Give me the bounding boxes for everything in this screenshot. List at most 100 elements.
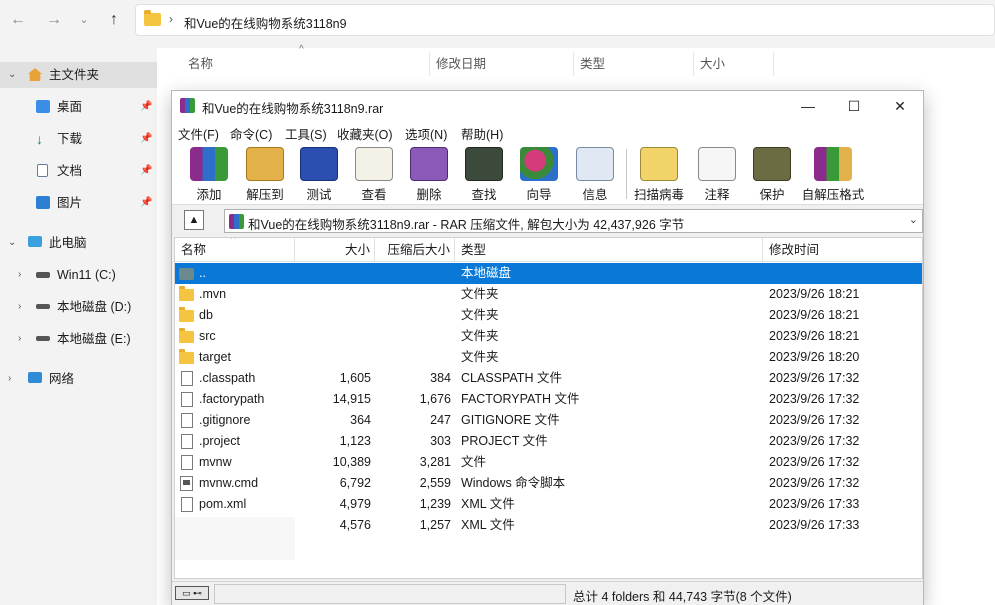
- cell-modified: 2023/9/26 17:32: [769, 413, 860, 427]
- cell-name: mvnw.cmd: [199, 476, 259, 490]
- add-button[interactable]: 添加: [179, 145, 239, 203]
- address-bar[interactable]: › 和Vue的在线购物系统3118n9: [135, 4, 995, 36]
- pin-icon[interactable]: 📌: [140, 126, 152, 152]
- delete-button[interactable]: 删除: [399, 145, 459, 203]
- sidebar-item-documents[interactable]: 文档 📌: [0, 158, 157, 184]
- menu-commands[interactable]: 命令(C): [230, 124, 272, 143]
- chevron-right-icon[interactable]: ›: [8, 366, 11, 392]
- list-header: ^ 名称 大小 压缩后大小 类型 修改时间: [175, 238, 922, 262]
- chevron-right-icon[interactable]: ›: [18, 326, 21, 352]
- menu-tools[interactable]: 工具(S): [285, 124, 327, 143]
- pin-icon[interactable]: 📌: [140, 190, 152, 216]
- sidebar-item-desktop[interactable]: 桌面 📌: [0, 94, 157, 120]
- table-row[interactable]: .classpath 1,605 384 CLASSPATH 文件 2023/9/26 …: [175, 368, 922, 389]
- sidebar-item-network[interactable]: › 网络: [0, 366, 157, 392]
- column-name[interactable]: 名称: [182, 52, 430, 76]
- column-header-modified[interactable]: 修改时间: [763, 238, 922, 262]
- forward-arrow-icon[interactable]: →: [42, 9, 66, 31]
- chevron-down-icon[interactable]: ⌄: [8, 230, 16, 256]
- toolbar-label: 注释: [704, 188, 730, 202]
- chevron-right-icon[interactable]: ›: [18, 262, 21, 288]
- table-row[interactable]: pom.xml 4,979 1,239 XML 文件 2023/9/26 17:33: [175, 494, 922, 515]
- cell-type: CLASSPATH 文件: [461, 371, 562, 385]
- extract-to-button[interactable]: 解压到: [235, 145, 295, 203]
- file-icon: [181, 434, 193, 449]
- up-folder-icon[interactable]: ▲: [184, 210, 204, 230]
- info-icon: [576, 147, 614, 181]
- close-icon[interactable]: ✕: [877, 91, 923, 121]
- file-icon: [181, 392, 193, 407]
- scan-virus-button[interactable]: 扫描病毒: [629, 145, 689, 203]
- cell-packed: 384: [430, 371, 451, 385]
- table-row[interactable]: .gitignore 364 247 GITIGNORE 文件 2023/9/26 17…: [175, 410, 922, 431]
- menu-favorites[interactable]: 收藏夹(O): [337, 124, 393, 143]
- menu-options[interactable]: 选项(N): [405, 124, 447, 143]
- column-modified[interactable]: 修改日期: [430, 52, 574, 76]
- cell-type: 文件: [461, 455, 487, 469]
- table-row[interactable]: .factorypath 14,915 1,676 FACTORYPATH 文件 202…: [175, 389, 922, 410]
- file-icon: [181, 497, 193, 512]
- menu-help[interactable]: 帮助(H): [461, 124, 503, 143]
- sfx-button[interactable]: 自解压格式: [797, 145, 869, 203]
- wizard-button[interactable]: 向导: [509, 145, 569, 203]
- cell-size: 14,915: [332, 392, 371, 406]
- cell-type: XML 文件: [461, 518, 515, 532]
- chevron-right-icon[interactable]: ›: [18, 294, 21, 320]
- chevron-down-icon[interactable]: ⌄: [909, 213, 918, 226]
- menu-file[interactable]: 文件(F): [178, 124, 219, 143]
- toolbar-label: 向导: [526, 188, 552, 202]
- cell-name: .classpath: [199, 371, 256, 385]
- cell-packed: 1,239: [419, 497, 451, 511]
- column-size[interactable]: 大小: [694, 52, 774, 76]
- sidebar-item-drive-e[interactable]: › 本地磁盘 (E:): [0, 326, 157, 352]
- cell-size: 4,979: [339, 497, 371, 511]
- test-button[interactable]: 测试: [289, 145, 349, 203]
- pin-icon[interactable]: 📌: [140, 94, 152, 120]
- sidebar-item-drive-c[interactable]: › Win11 (C:): [0, 262, 157, 288]
- table-row[interactable]: mvnw 10,389 3,281 文件 2023/9/26 17:32: [175, 452, 922, 473]
- comment-button[interactable]: 注释: [687, 145, 747, 203]
- cell-size: 6,792: [339, 476, 371, 490]
- column-type[interactable]: 类型: [574, 52, 694, 76]
- chevron-down-icon[interactable]: ⌄: [8, 62, 16, 88]
- table-row[interactable]: mvnw.cmd 6,792 2,559 Windows 命令脚本 2023/9/26 …: [175, 473, 922, 494]
- folder-icon: [179, 307, 194, 322]
- archive-books-icon: [190, 147, 228, 181]
- archive-path-dropdown[interactable]: 和Vue的在线购物系统3118n9.rar - RAR 压缩文件, 解包大小为 …: [224, 209, 923, 233]
- sidebar-item-this-pc[interactable]: ⌄ 此电脑: [0, 230, 157, 256]
- sidebar-item-drive-d[interactable]: › 本地磁盘 (D:): [0, 294, 157, 320]
- column-header-name[interactable]: 名称: [175, 238, 295, 262]
- sidebar-label: 文档: [57, 164, 83, 178]
- table-row[interactable]: .mvn 文件夹 2023/9/26 18:21: [175, 284, 922, 305]
- cell-name: .mvn: [199, 287, 227, 301]
- folder-icon: [144, 10, 161, 26]
- history-chevron-icon[interactable]: ⌄: [72, 9, 96, 31]
- sidebar-item-downloads[interactable]: ↓ 下载 📌: [0, 126, 157, 152]
- up-arrow-icon[interactable]: ↑: [102, 9, 126, 31]
- table-row[interactable]: .project 1,123 303 PROJECT 文件 2023/9/26 17:3…: [175, 431, 922, 452]
- maximize-icon[interactable]: ☐: [831, 91, 877, 121]
- info-button[interactable]: 信息: [565, 145, 625, 203]
- back-arrow-icon[interactable]: ←: [6, 9, 30, 31]
- title-bar[interactable]: 和Vue的在线购物系统3118n9.rar — ☐ ✕: [172, 91, 923, 121]
- column-header-type[interactable]: 类型: [455, 238, 763, 262]
- drive-status-icon[interactable]: ▭ ⊷: [175, 586, 209, 600]
- minimize-icon[interactable]: —: [785, 91, 831, 121]
- sidebar-item-home[interactable]: ⌄ 主文件夹: [0, 62, 157, 88]
- table-row[interactable]: src 文件夹 2023/9/26 18:21: [175, 326, 922, 347]
- archive-path-text: 和Vue的在线购物系统3118n9.rar - RAR 压缩文件, 解包大小为 …: [248, 218, 685, 232]
- column-header-size[interactable]: 大小: [295, 238, 375, 262]
- table-row[interactable]: db 文件夹 2023/9/26 18:21: [175, 305, 922, 326]
- toolbar: 添加 解压到 测试 查看 删除 查找 向导 信息 扫描病毒 注释 保护 自解压格…: [172, 143, 923, 205]
- column-header-packed[interactable]: 压缩后大小: [375, 238, 455, 262]
- view-button[interactable]: 查看: [344, 145, 404, 203]
- find-button[interactable]: 查找: [454, 145, 514, 203]
- pin-icon[interactable]: 📌: [140, 158, 152, 184]
- sidebar-item-pictures[interactable]: 图片 📌: [0, 190, 157, 216]
- table-row[interactable]: target 文件夹 2023/9/26 18:20: [175, 347, 922, 368]
- cell-size: 4,576: [339, 518, 371, 532]
- protect-button[interactable]: 保护: [742, 145, 802, 203]
- toolbar-label: 信息: [582, 188, 608, 202]
- table-row[interactable]: .. 本地磁盘: [175, 263, 922, 284]
- comment-icon: [698, 147, 736, 181]
